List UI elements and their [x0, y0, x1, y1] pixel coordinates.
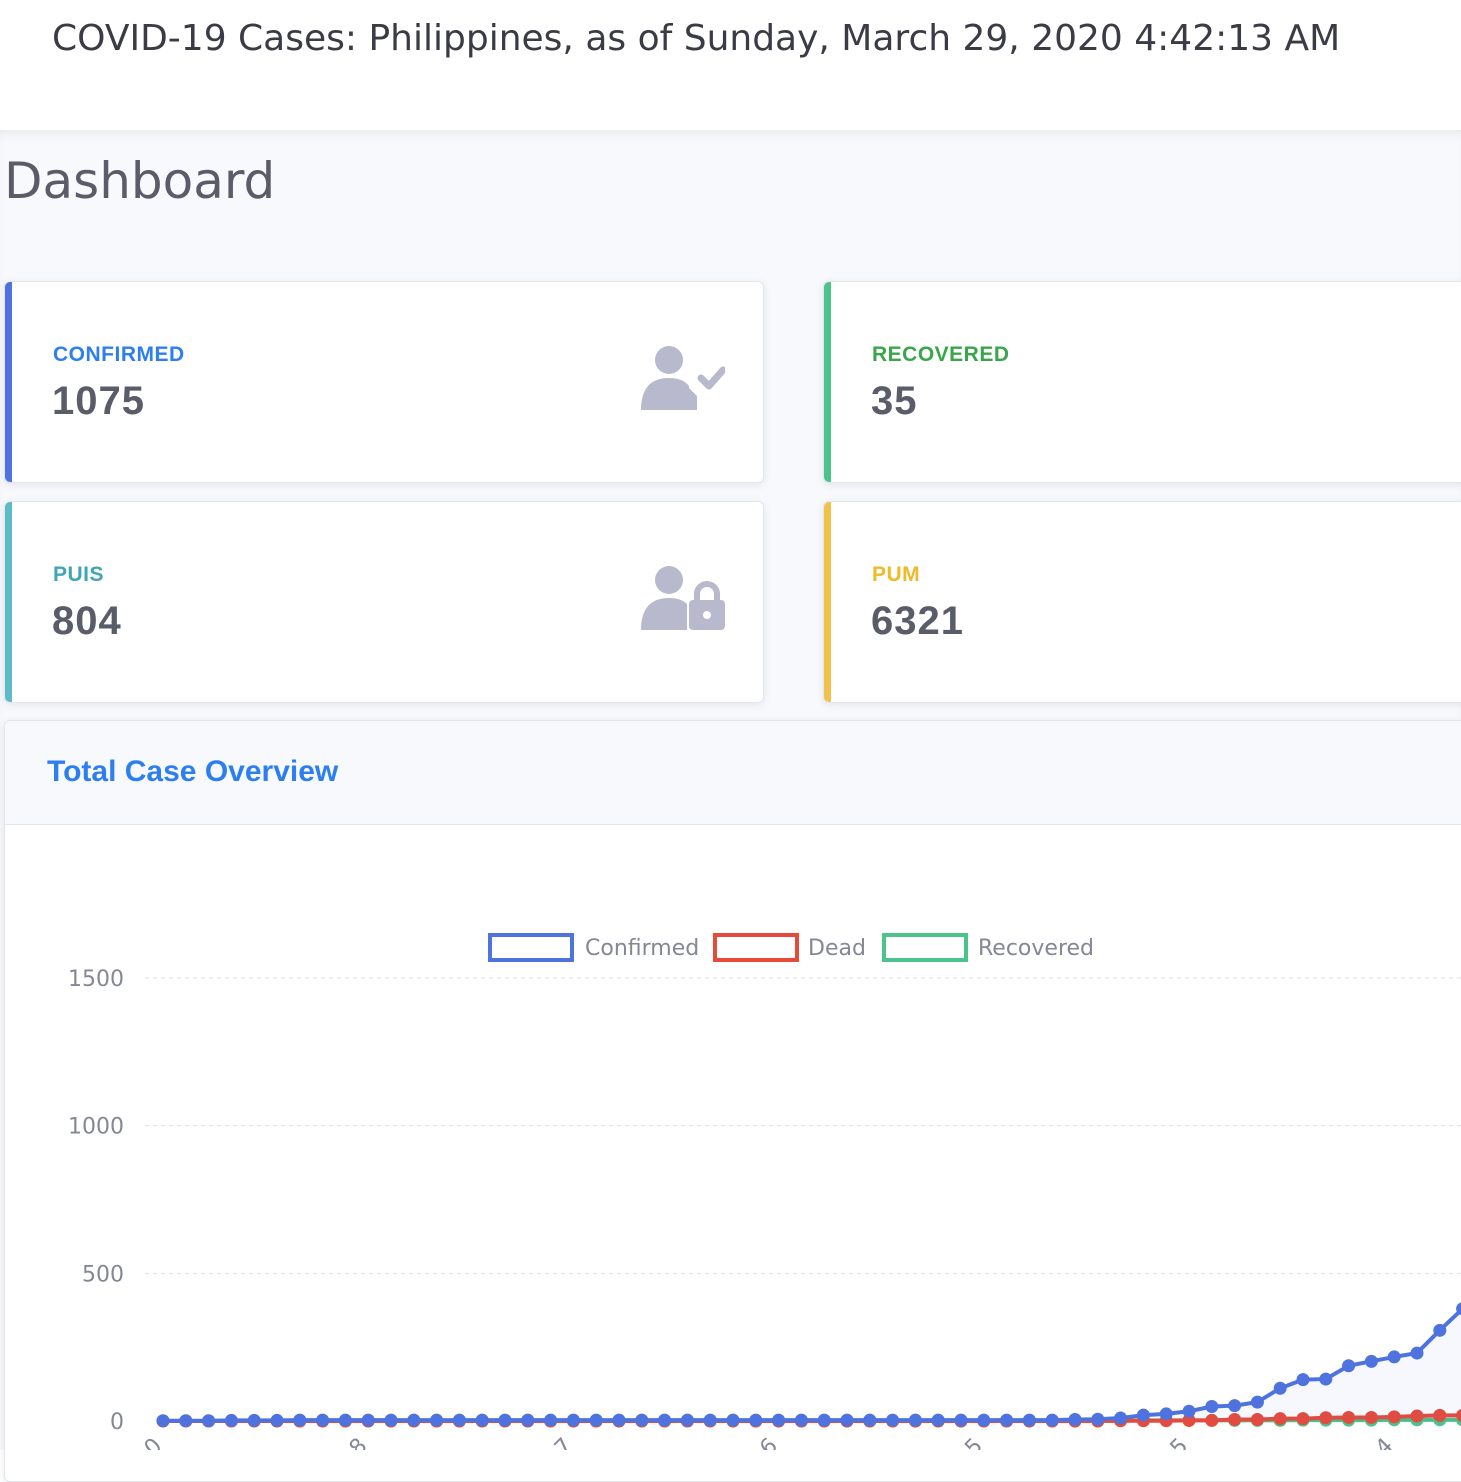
x-tick-label: 5 [1166, 1434, 1194, 1450]
data-point-confirmed [954, 1413, 968, 1427]
legend-swatch-dead [713, 933, 799, 962]
data-point-confirmed [247, 1413, 261, 1427]
data-point-confirmed [224, 1413, 238, 1427]
series-area-confirmed [163, 1310, 1461, 1421]
data-point-confirmed [931, 1413, 945, 1427]
data-point-confirmed [817, 1413, 831, 1427]
data-point-confirmed [1000, 1413, 1014, 1427]
series-line-confirmed [163, 1307, 1461, 1423]
data-point-confirmed [475, 1413, 489, 1427]
data-point-confirmed [316, 1413, 330, 1427]
data-point-confirmed [521, 1413, 535, 1427]
page-top-title: COVID-19 Cases: Philippines, as of Sunda… [52, 18, 1341, 59]
pum-value: 6321 [871, 599, 964, 643]
data-point-confirmed [1433, 1323, 1447, 1337]
legend-label-confirmed: Confirmed [585, 936, 699, 961]
data-point-confirmed [863, 1413, 877, 1427]
data-point-confirmed [772, 1413, 786, 1427]
confirmed-card-accent [5, 282, 12, 482]
legend-swatch-confirmed [488, 933, 574, 962]
x-tick-label: 6 [755, 1434, 783, 1450]
data-point-confirmed [566, 1413, 580, 1427]
pum-card-accent [824, 502, 831, 702]
puis-card: PUIS 804 [4, 501, 764, 703]
data-point-confirmed [1136, 1408, 1150, 1422]
data-point-confirmed [544, 1413, 558, 1427]
chart-card-header: Total Case Overview [5, 721, 1461, 825]
data-point-confirmed [1364, 1354, 1378, 1368]
data-point-confirmed [498, 1413, 512, 1427]
data-point-confirmed [1319, 1372, 1333, 1386]
legend-label-recovered: Recovered [978, 936, 1094, 961]
x-tick-label: 5 [960, 1434, 988, 1450]
data-point-confirmed [1068, 1413, 1082, 1427]
recovered-card: RECOVERED 35 [823, 281, 1461, 483]
data-point-confirmed [407, 1413, 421, 1427]
data-point-confirmed [977, 1413, 991, 1427]
data-point-confirmed [589, 1413, 603, 1427]
data-point-confirmed [293, 1413, 307, 1427]
data-point-confirmed [726, 1413, 740, 1427]
legend-swatch-recovered [882, 933, 968, 962]
y-tick-label: 1500 [68, 967, 124, 992]
data-point-confirmed [658, 1413, 672, 1427]
data-point-confirmed [1182, 1404, 1196, 1418]
data-point-confirmed [794, 1413, 808, 1427]
y-tick-label: 500 [82, 1262, 124, 1287]
y-tick-label: 0 [110, 1410, 124, 1435]
data-point-confirmed [1273, 1381, 1287, 1395]
puis-label: PUIS [53, 563, 105, 586]
x-tick-label: 0 [140, 1434, 168, 1450]
data-point-confirmed [612, 1413, 626, 1427]
confirmed-label: CONFIRMED [53, 343, 185, 366]
data-point-confirmed [384, 1413, 398, 1427]
data-point-confirmed [1228, 1399, 1242, 1413]
data-point-confirmed [840, 1413, 854, 1427]
data-point-confirmed [1091, 1412, 1105, 1426]
data-point-confirmed [703, 1413, 717, 1427]
data-point-confirmed [1296, 1373, 1310, 1387]
data-point-confirmed [680, 1413, 694, 1427]
x-tick-label: 4 [1371, 1434, 1399, 1450]
x-tick-label: 7 [550, 1434, 578, 1450]
data-point-confirmed [749, 1413, 763, 1427]
data-point-confirmed [202, 1414, 216, 1428]
confirmed-value: 1075 [52, 379, 145, 423]
data-point-confirmed [156, 1414, 170, 1428]
data-point-confirmed [1250, 1395, 1264, 1409]
recovered-card-accent [824, 282, 831, 482]
data-point-confirmed [1205, 1400, 1219, 1414]
data-point-confirmed [1410, 1346, 1424, 1360]
data-point-confirmed [270, 1413, 284, 1427]
total-case-chart: 0 500 1000 1500 0 8 7 6 5 5 4 Confirmed Dead Recovere… [68, 933, 1461, 1450]
confirmed-card: CONFIRMED 1075 [4, 281, 764, 483]
puis-value: 804 [52, 599, 122, 643]
data-point-confirmed [635, 1413, 649, 1427]
data-point-confirmed [1342, 1359, 1356, 1373]
data-point-confirmed [1022, 1413, 1036, 1427]
data-point-confirmed [430, 1413, 444, 1427]
data-point-confirmed [452, 1413, 466, 1427]
legend-label-dead: Dead [808, 936, 866, 961]
user-lock-icon [641, 566, 725, 630]
data-point-confirmed [908, 1413, 922, 1427]
data-point-confirmed [1114, 1411, 1128, 1425]
data-point-confirmed [338, 1413, 352, 1427]
data-point-confirmed [886, 1413, 900, 1427]
pum-label: PUM [872, 563, 921, 586]
y-tick-label: 1000 [68, 1115, 124, 1140]
page-title: Dashboard [4, 152, 276, 210]
data-point-confirmed [361, 1413, 375, 1427]
recovered-value: 35 [871, 379, 918, 423]
x-tick-label: 8 [345, 1434, 373, 1450]
data-point-confirmed [179, 1414, 193, 1428]
data-point-confirmed [1159, 1407, 1173, 1421]
pum-card: PUM 6321 [823, 501, 1461, 703]
user-check-icon [641, 346, 725, 410]
data-point-confirmed [1387, 1350, 1401, 1364]
recovered-label: RECOVERED [872, 343, 1010, 366]
data-point-confirmed [1045, 1413, 1059, 1427]
chart-card-title: Total Case Overview [47, 755, 339, 788]
puis-card-accent [5, 502, 12, 702]
